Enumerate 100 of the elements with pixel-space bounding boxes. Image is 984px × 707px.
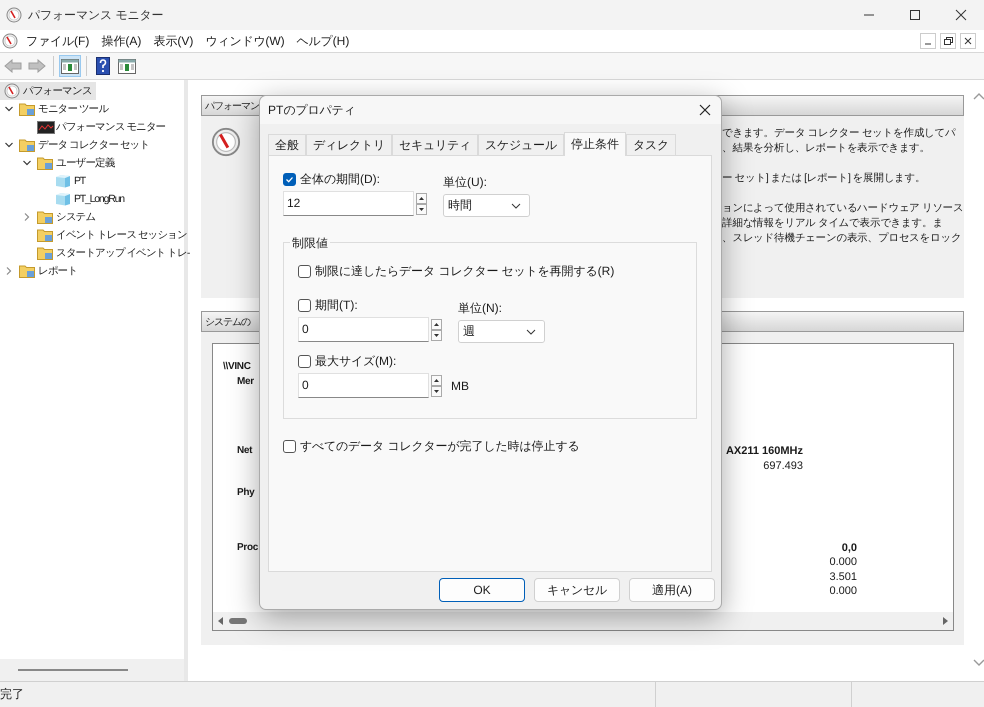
report-value: 3.501 [829,570,857,582]
scroll-right-icon[interactable] [940,616,949,626]
tree-item[interactable]: システム [0,208,96,226]
chevron-down-icon [511,202,521,208]
description-text: できます。データ コレクター セットを作成してパ [722,126,957,141]
chevron-down-icon[interactable] [4,104,14,114]
report-label: Mer [236,376,254,386]
checkbox[interactable] [298,355,311,368]
checkbox-label: すべてのデータ コレクターが完了した時は停止する [300,438,580,455]
minimize-icon[interactable] [920,33,936,49]
window-title: パフォーマンス モニター [28,6,164,24]
checkbox[interactable] [298,299,311,312]
scroll-up-icon[interactable] [972,92,984,100]
tab[interactable]: 全般 [268,134,306,155]
report-label: Phy [236,487,254,498]
checkbox-label: 期間(T): [315,297,358,314]
scroll-down-icon[interactable] [972,659,984,667]
checkbox-label: 全体の期間(D): [300,171,380,188]
horizontal-scrollbar[interactable] [213,612,953,630]
checkbox[interactable] [283,173,296,186]
checkbox[interactable] [283,440,296,453]
report-value: 0.000 [829,585,857,597]
report-value: 0.000 [829,556,857,568]
tab[interactable]: セキュリティ [392,134,478,155]
chevron-right-icon[interactable] [4,266,14,276]
cube-icon [55,192,71,206]
chevron-right-icon[interactable] [22,212,32,222]
tree-item[interactable]: モニター ツール [0,100,108,118]
field-label: 単位(U): [443,174,488,191]
tree-item[interactable]: データ コレクター セット [0,136,150,154]
description-text: ョンによって使用されているハードウェア リソース [722,201,964,216]
menu-item[interactable]: 表示(V) [149,32,202,50]
chevron-down-icon [526,328,536,334]
number-field[interactable]: 12 [283,191,414,216]
folder-icon [37,156,53,170]
forward-arrow-icon [28,59,46,73]
checkbox[interactable] [298,265,311,278]
close-icon[interactable] [699,104,711,116]
report-value: 697.493 [763,460,803,472]
spin-buttons[interactable] [431,318,442,340]
scroll-left-icon[interactable] [217,616,225,626]
unit-label: MB [451,378,469,392]
description-text: 、スレッド待機チェーンの表示、プロセスをロック [722,231,962,246]
menu-item[interactable]: ウィンドウ(W) [201,32,293,50]
unit-dropdown[interactable]: 週 [458,320,545,343]
number-field[interactable]: 0 [298,317,429,342]
dialog-button[interactable]: OK [439,578,525,602]
tree-item[interactable]: パフォーマンス [0,82,96,100]
horizontal-scrollbar[interactable] [0,659,184,681]
report-value: AX211 160MHz [726,445,803,457]
scroll-thumb[interactable] [229,618,247,624]
folder-icon [37,210,53,224]
chart-icon [37,120,55,134]
report-label: Proc [236,542,258,552]
tab[interactable]: タスク [626,134,676,155]
tab[interactable]: 停止条件 [564,132,626,156]
tree-item[interactable]: PT [0,172,86,190]
menu-item[interactable]: ファイル(F) [22,32,98,50]
unit-dropdown[interactable]: 時間 [443,194,530,217]
description-text: 、結果を分析し、レポートを表示できます。 [722,141,932,156]
restore-icon[interactable] [940,33,956,49]
pane-icon [61,58,79,74]
gauge-icon [4,83,20,99]
tree-item[interactable]: ユーザー定義 [0,154,115,172]
app-icon [6,7,22,23]
folder-icon [19,264,35,278]
tab[interactable]: ディレクトリ [306,134,392,155]
checkbox-label: 制限に達したらデータ コレクター セットを再開する(R) [315,263,614,280]
tree-item[interactable]: レポート [0,262,78,280]
gauge-icon [211,127,241,157]
pane-icon [118,58,136,74]
number-field[interactable]: 0 [298,373,429,398]
folder-icon [19,138,35,152]
dialog-button[interactable]: 適用(A) [629,578,715,602]
chevron-down-icon[interactable] [4,140,14,150]
back-arrow-icon [4,59,22,73]
folder-icon [37,246,53,260]
tab[interactable]: スケジュール [478,134,564,155]
toolbar-button[interactable] [59,55,81,77]
description-text: ー セット] または [レポート] を展開します。 [722,171,926,186]
report-label: Net [236,445,252,456]
report-value: 0,0 [842,542,857,554]
tree-item[interactable]: イベント トレース セッション [0,226,187,244]
description-text: 詳細な情報をリアル タイムで表示できます。ま [722,216,944,231]
status-text: 完了 [0,686,25,703]
help-icon [96,57,110,75]
report-label: \\VINC [223,361,251,372]
tree-item[interactable]: スタートアップ イベント トレ- [0,244,190,262]
folder-icon [19,102,35,116]
spin-buttons[interactable] [431,374,442,396]
cube-icon [55,174,71,188]
menu-item[interactable]: ヘルプ(H) [292,32,358,50]
spin-buttons[interactable] [416,192,427,214]
dialog-button[interactable]: キャンセル [534,578,620,602]
chevron-down-icon[interactable] [22,158,32,168]
folder-icon [37,228,53,242]
group-title: 制限値 [290,235,330,252]
tree-item[interactable]: PT_LongRun [0,190,124,208]
tree-item[interactable]: パフォーマンス モニター [0,118,166,136]
menu-item[interactable]: 操作(A) [97,32,150,50]
